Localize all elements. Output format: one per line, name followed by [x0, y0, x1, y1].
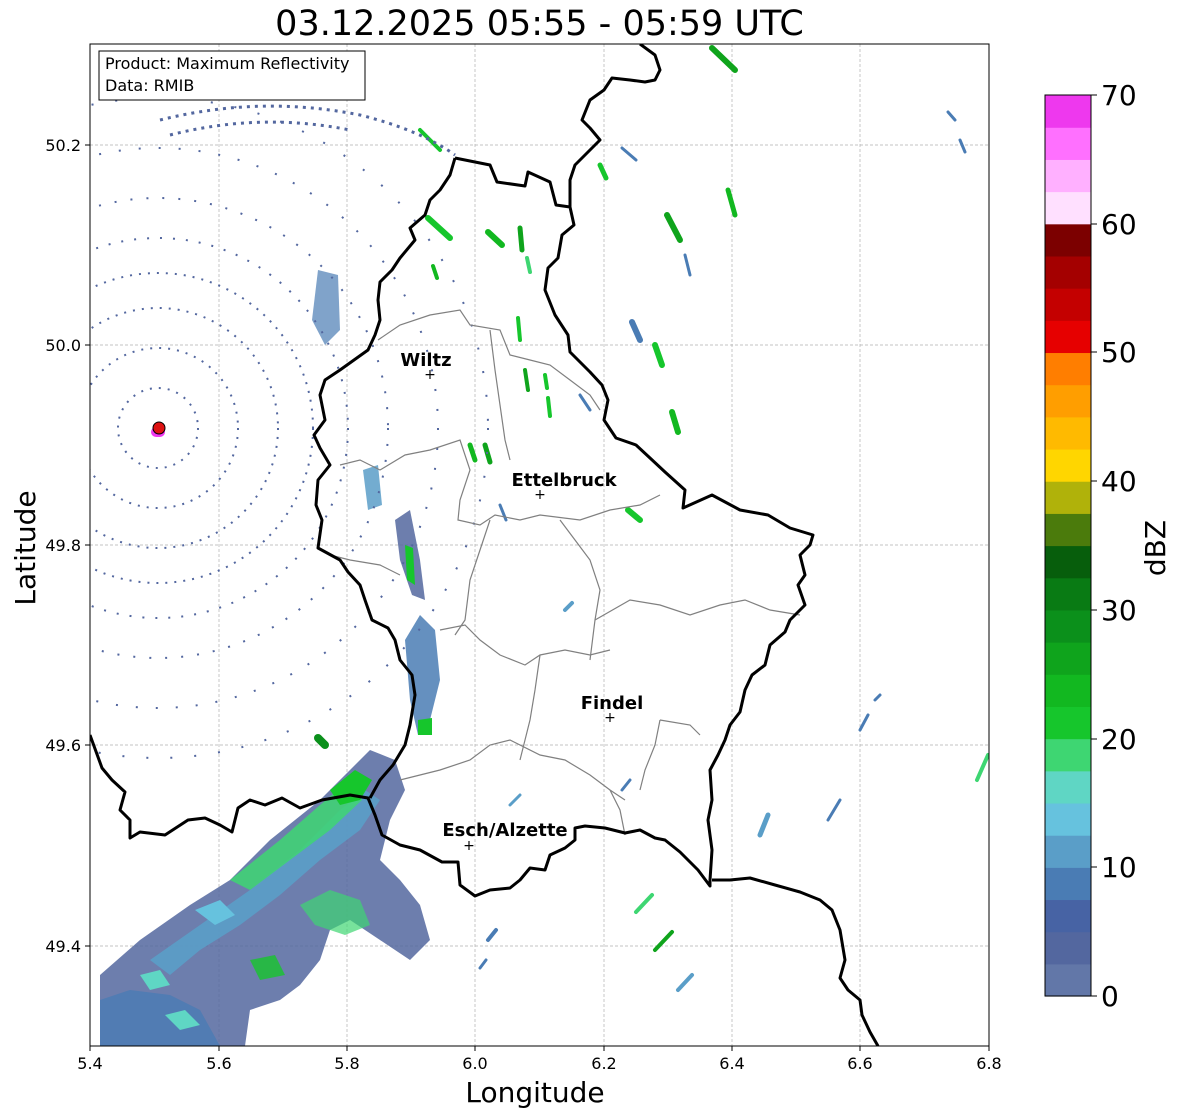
y-tick-label: 50.2: [45, 136, 81, 155]
colorbar-swatch: [1045, 384, 1091, 418]
colorbar-swatch: [1045, 674, 1091, 707]
colorbar-swatch: [1045, 481, 1091, 514]
colorbar-swatch: [1045, 416, 1091, 450]
colorbar-tick: 50: [1101, 336, 1137, 369]
city-marker-icon: +: [424, 367, 436, 383]
y-tick-label: 49.4: [45, 937, 81, 956]
colorbar-swatch: [1045, 931, 1091, 965]
colorbar-swatch: [1045, 127, 1091, 160]
colorbar-swatch: [1045, 320, 1091, 354]
colorbar-swatch: [1045, 255, 1091, 289]
colorbar-swatch: [1045, 223, 1091, 257]
colorbar-tick: 0: [1101, 980, 1119, 1013]
x-tick-label: 6.8: [976, 1054, 1001, 1073]
colorbar-swatch: [1045, 738, 1091, 772]
y-tick-label: 49.8: [45, 536, 81, 555]
colorbar-tick: 60: [1101, 208, 1137, 241]
colorbar-swatch: [1045, 835, 1091, 868]
colorbar-swatch: [1045, 642, 1091, 675]
colorbar-swatch: [1045, 963, 1091, 997]
radar-map: Wiltz + Ettelbruck + Findel + Esch/Alzet…: [9, 43, 1172, 1109]
colorbar-tick: 10: [1101, 851, 1137, 884]
dbz-colorbar: 0 10 20 30 40 50 60 70 dBZ: [1044, 79, 1172, 1013]
city-label: Esch/Alzette: [442, 820, 567, 841]
colorbar-swatch: [1045, 867, 1091, 901]
colorbar-tick: 40: [1101, 465, 1137, 498]
colorbar-swatch: [1045, 191, 1091, 225]
product-line: Product: Maximum Reflectivity: [105, 54, 349, 73]
colorbar-swatch: [1045, 770, 1091, 804]
colorbar-swatch: [1045, 288, 1091, 321]
city-marker-icon: +: [534, 487, 546, 503]
colorbar-swatch: [1045, 706, 1091, 740]
colorbar-label: dBZ: [1139, 520, 1172, 576]
city-marker-icon: +: [604, 710, 616, 726]
x-tick-label: 6.4: [719, 1054, 744, 1073]
city-marker-icon: +: [463, 838, 475, 854]
y-axis: 49.4 49.6 49.8 50.0 50.2 Latitude: [9, 136, 90, 956]
colorbar-swatch: [1045, 159, 1091, 193]
colorbar-swatch: [1045, 513, 1091, 547]
colorbar-tick: 70: [1101, 79, 1137, 112]
x-tick-label: 6.2: [591, 1054, 616, 1073]
x-tick-label: 5.4: [77, 1054, 102, 1073]
colorbar-swatch: [1045, 95, 1091, 128]
x-tick-label: 6.6: [847, 1054, 872, 1073]
x-axis: 5.4 5.6 5.8 6.0 6.2 6.4 6.6 6.8 Longitud…: [77, 1046, 1002, 1109]
x-tick-label: 5.8: [334, 1054, 359, 1073]
x-axis-label: Longitude: [465, 1076, 604, 1109]
y-tick-label: 50.0: [45, 336, 81, 355]
colorbar-swatch: [1045, 448, 1091, 482]
data-source-line: Data: RMIB: [105, 76, 194, 95]
city-label: Ettelbruck: [511, 470, 617, 491]
x-tick-label: 5.6: [206, 1054, 231, 1073]
colorbar-tick: 20: [1101, 723, 1137, 756]
y-tick-label: 49.6: [45, 736, 81, 755]
radar-site-marker: [152, 421, 166, 435]
colorbar-swatch: [1045, 577, 1091, 611]
colorbar-swatch: [1045, 352, 1091, 386]
x-tick-label: 6.0: [462, 1054, 487, 1073]
colorbar-swatch: [1045, 802, 1091, 836]
product-info-box: Product: Maximum Reflectivity Data: RMIB: [98, 50, 366, 101]
y-axis-label: Latitude: [9, 490, 42, 605]
colorbar-swatch: [1045, 545, 1091, 579]
colorbar-swatch: [1045, 899, 1091, 933]
colorbar-swatch: [1045, 609, 1091, 643]
colorbar-tick: 30: [1101, 594, 1137, 627]
